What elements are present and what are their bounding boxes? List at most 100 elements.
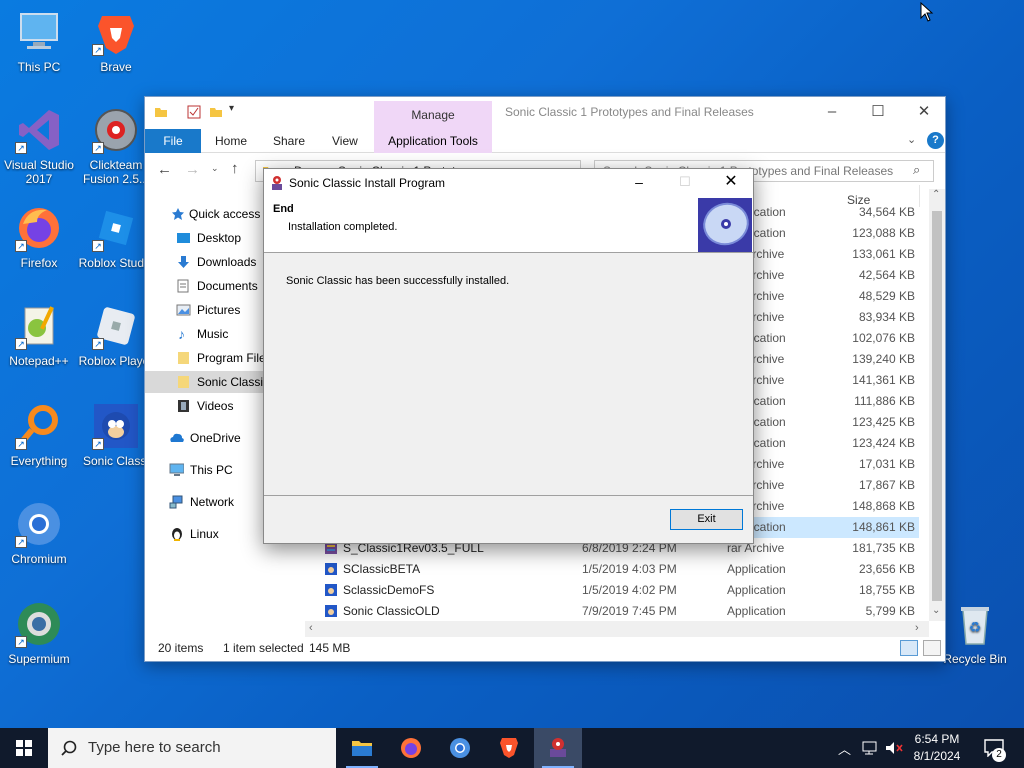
scroll-right-arrow-icon[interactable]: › [915, 622, 919, 634]
action-center-button[interactable]: 2 [976, 728, 1016, 768]
shortcut-arrow-icon: ↗ [92, 438, 104, 450]
dialog-title: Sonic Classic Install Program [289, 176, 446, 190]
installer-dialog[interactable]: Sonic Classic Install Program – ☐ ✕ End … [263, 168, 754, 544]
up-arrow-icon[interactable]: ↑ [231, 160, 239, 177]
scroll-left-arrow-icon[interactable]: ‹ [309, 622, 313, 634]
folder-icon [178, 352, 189, 364]
dialog-close-button[interactable]: ✕ [716, 169, 746, 197]
nav-label: Quick access [189, 207, 261, 221]
dialog-header-subtitle: Installation completed. [288, 221, 398, 233]
explorer-title-bar[interactable]: ▾ Manage Sonic Classic 1 Prototypes and … [145, 97, 945, 129]
ribbon-tabs: File Home Share View Application Tools ⌄… [145, 129, 945, 153]
star-icon [172, 208, 184, 220]
tab-share[interactable]: Share [273, 129, 305, 153]
dialog-minimize-button[interactable]: – [624, 169, 654, 197]
file-size: 123,088 KB [852, 226, 915, 240]
clickteam-icon: ↗ [92, 106, 140, 154]
nav-label: Downloads [197, 255, 257, 269]
properties-icon[interactable] [187, 105, 201, 119]
scroll-down-arrow-icon[interactable]: ⌄ [932, 605, 940, 616]
system-clock[interactable]: 6:54 PM 8/1/2024 [906, 731, 968, 765]
shortcut-arrow-icon: ↗ [15, 636, 27, 648]
desktop-icon-label: Chromium [11, 552, 67, 566]
new-folder-icon[interactable] [209, 105, 223, 119]
taskbar-brave[interactable] [485, 728, 533, 768]
taskbar-firefox[interactable] [387, 728, 435, 768]
taskbar-sonic-installer[interactable] [534, 728, 582, 768]
file-size: 111,886 KB [854, 394, 915, 408]
start-button[interactable] [0, 728, 48, 768]
quick-access-toolbar-dropdown[interactable]: ▾ [229, 103, 234, 114]
tab-view[interactable]: View [332, 129, 358, 153]
file-name: Sonic ClassicOLD [343, 604, 440, 618]
show-hidden-icons-chevron[interactable]: ︿ [838, 739, 851, 758]
desktop-icon-notepadpp[interactable]: ↗ Notepad++ [0, 302, 78, 368]
file-size: 123,425 KB [852, 415, 915, 429]
this-pc-icon [169, 463, 184, 476]
network-icon[interactable] [862, 741, 878, 755]
vertical-scrollbar[interactable]: ⌃ ⌄ [929, 189, 945, 621]
roblox-player-icon: ↗ [92, 302, 140, 350]
file-date: 1/5/2019 4:03 PM [582, 562, 677, 576]
shortcut-arrow-icon: ↗ [92, 240, 104, 252]
taskbar-search-box[interactable]: Type here to search [48, 728, 336, 768]
desktop-icon-this-pc[interactable]: This PC [0, 8, 78, 74]
file-row[interactable]: SclassicDemoFS 1/5/2019 4:02 PM Applicatio… [315, 580, 919, 601]
document-icon [177, 279, 189, 293]
forward-arrow-icon[interactable]: → [185, 161, 200, 178]
details-view-icon[interactable] [900, 640, 918, 656]
desktop-icon-recycle-bin[interactable]: ♻ Recycle Bin [936, 600, 1014, 666]
sonic-app-icon [325, 563, 337, 575]
linux-penguin-icon [172, 528, 182, 541]
desktop-icon-brave[interactable]: ↗ Brave [77, 8, 155, 74]
notification-count-badge: 2 [992, 748, 1006, 762]
taskbar-chromium[interactable] [436, 728, 484, 768]
scroll-up-arrow-icon[interactable]: ⌃ [932, 189, 940, 200]
scrollbar-thumb[interactable] [932, 211, 942, 601]
maximize-button[interactable]: ☐ [855, 97, 901, 127]
minimize-button[interactable]: – [809, 97, 855, 127]
ribbon-expand-icon[interactable]: ⌄ [907, 133, 916, 146]
clock-time: 6:54 PM [914, 732, 960, 746]
back-arrow-icon[interactable]: ← [157, 161, 172, 178]
videos-icon [178, 400, 189, 412]
search-icon[interactable]: ⌕ [913, 162, 920, 178]
shortcut-arrow-icon: ↗ [92, 44, 104, 56]
dialog-header-title: End [273, 203, 294, 215]
dialog-maximize-button: ☐ [679, 174, 691, 189]
tab-manage[interactable]: Manage [374, 101, 492, 129]
taskbar: Type here to search ︿ 6:54 PM 8/1/2024 2 [0, 728, 1024, 768]
exit-button[interactable]: Exit [670, 509, 743, 530]
desktop-icon-firefox[interactable]: ↗ Firefox [0, 204, 78, 270]
nav-label: Program Files [197, 351, 272, 365]
onedrive-icon [170, 433, 184, 442]
desktop-icon-everything[interactable]: ↗ Everything [0, 402, 78, 468]
dialog-title-bar[interactable]: Sonic Classic Install Program – ☐ ✕ [264, 169, 753, 197]
desktop-icon-label: Everything [10, 454, 68, 468]
tab-file[interactable]: File [145, 129, 201, 153]
desktop-icon-chromium[interactable]: ↗ Chromium [0, 500, 78, 566]
nav-label: Videos [197, 399, 234, 413]
desktop-icon [177, 233, 190, 243]
status-item-count: 20 items [158, 641, 204, 655]
file-size: 148,861 KB [852, 520, 915, 534]
file-explorer-icon [352, 741, 372, 756]
nav-label: Network [190, 495, 235, 509]
dialog-message: Sonic Classic has been successfully inst… [286, 275, 510, 287]
recent-locations-dropdown[interactable]: ⌄ [211, 163, 219, 174]
close-button[interactable]: ✕ [901, 97, 947, 127]
help-icon[interactable]: ? [927, 132, 944, 149]
file-name: SClassicBETA [343, 562, 421, 576]
file-type: Application [727, 583, 786, 597]
large-icons-view-icon[interactable] [923, 640, 941, 656]
brave-icon: ↗ [92, 8, 140, 56]
file-name: SclassicDemoFS [343, 583, 435, 597]
desktop-icon-supermium[interactable]: ↗ Supermium [0, 600, 78, 666]
tab-home[interactable]: Home [215, 129, 247, 153]
file-row[interactable]: Sonic ClassicOLD 7/9/2019 7:45 PM Applicat… [315, 601, 919, 622]
desktop-icon-visual-studio[interactable]: ↗ Visual Studio 2017 [0, 106, 78, 186]
taskbar-file-explorer[interactable] [338, 728, 386, 768]
tab-application-tools[interactable]: Application Tools [374, 129, 492, 153]
volume-muted-icon[interactable] [885, 741, 903, 755]
file-row[interactable]: SClassicBETA 1/5/2019 4:03 PM Application 2… [315, 559, 919, 580]
